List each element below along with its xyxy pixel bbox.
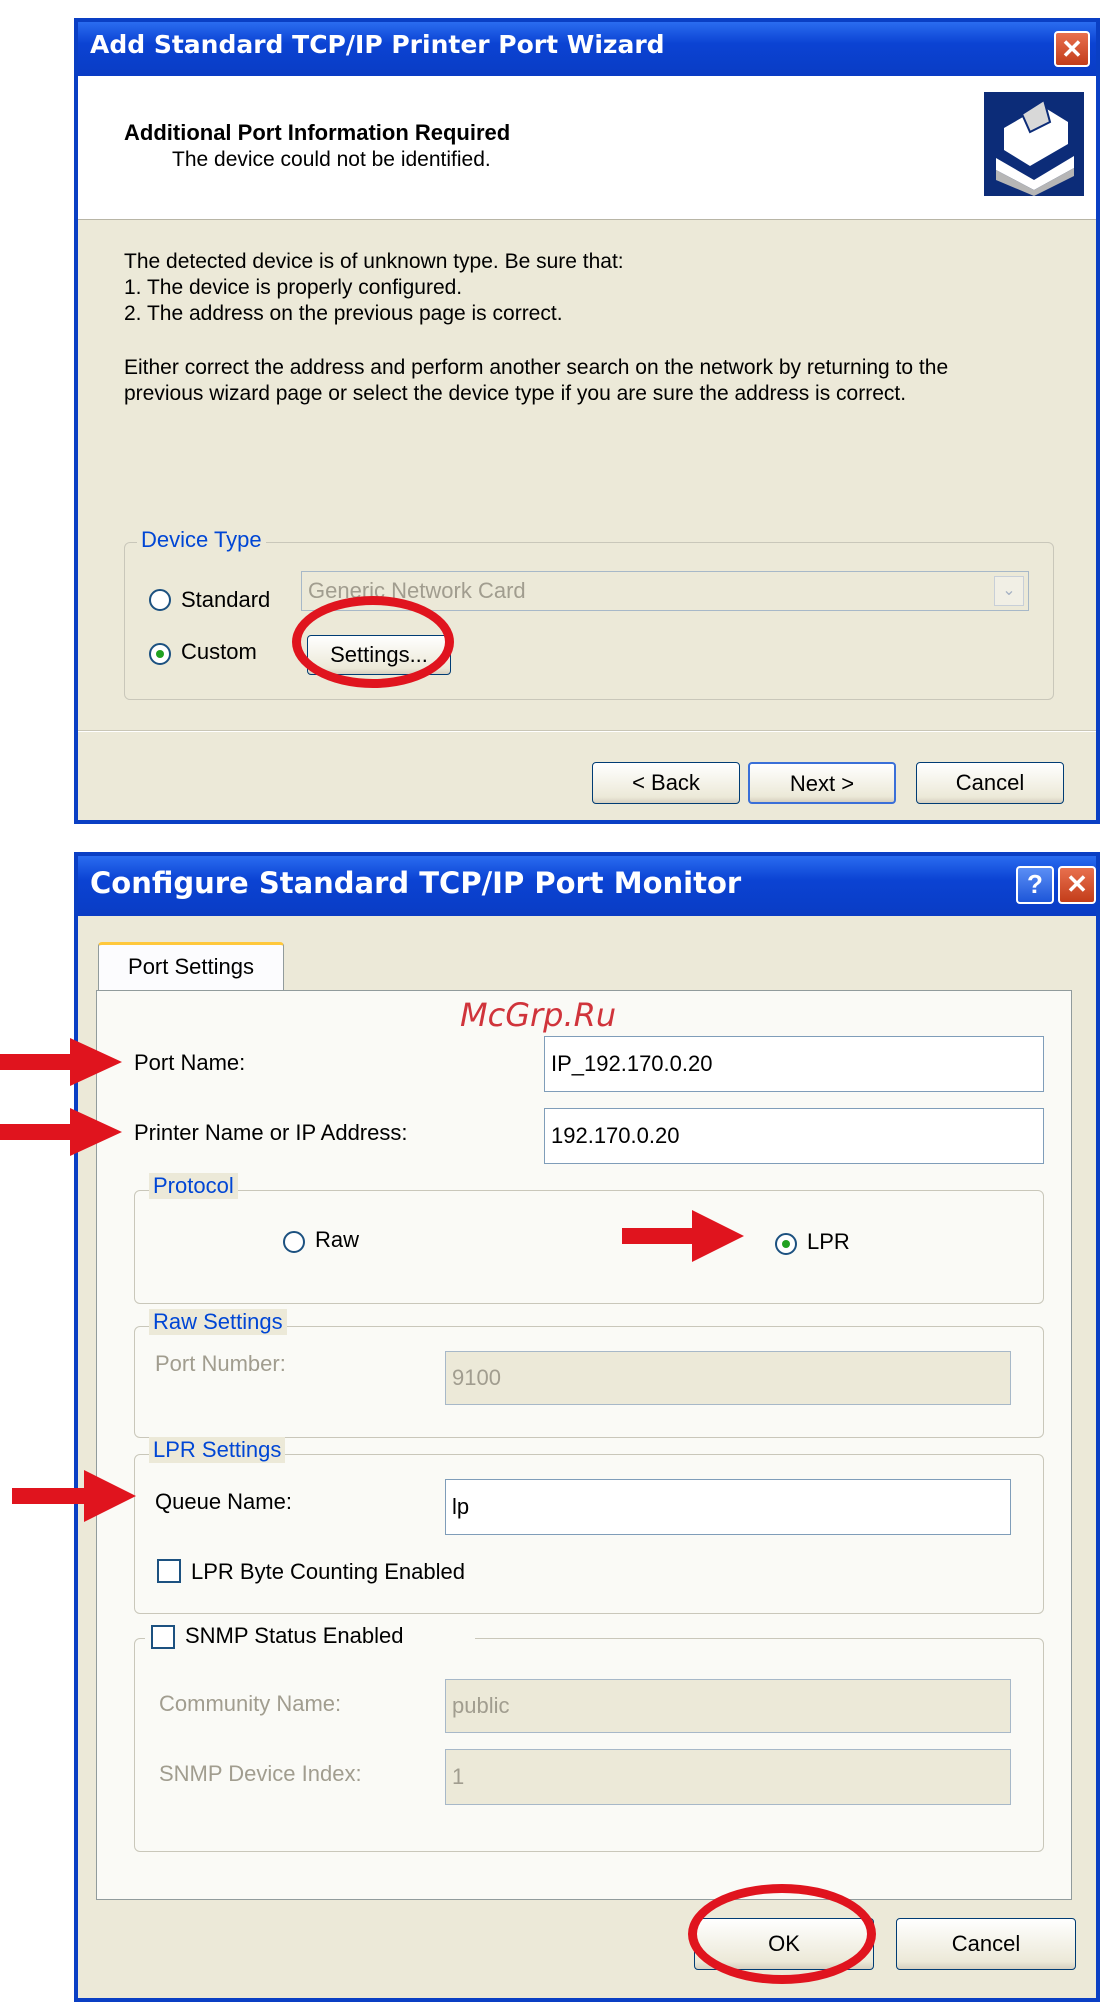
wizard-titlebar[interactable]: Add Standard TCP/IP Printer Port Wizard … [78, 22, 1096, 76]
protocol-legend: Protocol [149, 1173, 238, 1199]
lpr-radio-label[interactable]: LPR [807, 1229, 850, 1255]
snmp-label[interactable]: SNMP Status Enabled [185, 1623, 404, 1649]
queue-name-input[interactable]: lp [445, 1479, 1011, 1535]
custom-radio[interactable] [149, 643, 171, 665]
arrow-icon [12, 1470, 136, 1522]
printer-icon [984, 92, 1084, 196]
settings-highlight-ellipse [292, 596, 454, 688]
custom-radio-label[interactable]: Custom [181, 639, 257, 665]
port-number-input[interactable]: 9100 [445, 1351, 1011, 1405]
monitor-titlebar[interactable]: Configure Standard TCP/IP Port Monitor ?… [78, 856, 1096, 916]
device-type-legend: Device Type [137, 527, 266, 553]
raw-settings-group: Raw Settings Port Number: 9100 [134, 1309, 1044, 1438]
port-number-label: Port Number: [155, 1351, 286, 1376]
printer-name-label: Printer Name or IP Address: [134, 1120, 408, 1145]
cancel-button[interactable]: Cancel [916, 762, 1064, 804]
cancel-button[interactable]: Cancel [896, 1918, 1076, 1970]
device-type-group: Device Type Standard Generic Network Car… [124, 527, 1054, 700]
monitor-title: Configure Standard TCP/IP Port Monitor [90, 866, 742, 900]
wizard-header: Additional Port Information Required The… [78, 76, 1096, 220]
community-name-label: Community Name: [159, 1691, 342, 1716]
standard-label-text: Standard [181, 587, 271, 612]
wizard-body-line2: 1. The device is properly configured. [124, 276, 463, 299]
wizard-body-line1: The detected device is of unknown type. … [124, 250, 624, 273]
close-icon[interactable]: ✕ [1054, 31, 1090, 67]
arrow-icon [0, 1038, 122, 1086]
printer-name-input[interactable]: 192.170.0.20 [544, 1108, 1044, 1164]
queue-name-label: Queue Name: [155, 1489, 292, 1514]
raw-radio[interactable] [283, 1231, 305, 1253]
wizard-body-line3: 2. The address on the previous page is c… [124, 302, 563, 325]
next-button[interactable]: Next > [748, 762, 896, 804]
chevron-down-icon[interactable]: ⌄ [994, 576, 1024, 606]
standard-radio[interactable] [149, 589, 171, 611]
raw-settings-legend: Raw Settings [149, 1309, 287, 1335]
snmp-device-index-input[interactable]: 1 [445, 1749, 1011, 1805]
close-icon[interactable]: ✕ [1058, 866, 1096, 904]
raw-radio-label[interactable]: Raw [315, 1227, 359, 1253]
standard-radio-label[interactable]: Standard [181, 587, 270, 613]
protocol-group: Protocol Raw LPR [134, 1173, 1044, 1304]
wizard-body-para2-line2: previous wizard page or select the devic… [124, 382, 907, 405]
wizard-body-para2-line1: Either correct the address and perform a… [124, 356, 949, 379]
lpr-byte-counting-checkbox[interactable] [157, 1559, 181, 1583]
snmp-legend: SNMP Status Enabled [145, 1619, 475, 1655]
wizard-title: Add Standard TCP/IP Printer Port Wizard [90, 30, 665, 59]
wizard-window: Add Standard TCP/IP Printer Port Wizard … [74, 18, 1100, 824]
arrow-icon [622, 1210, 744, 1262]
watermark: McGrp.Ru [460, 996, 617, 1034]
community-name-input[interactable]: public [445, 1679, 1011, 1733]
tab-port-settings-label: Port Settings [128, 954, 254, 979]
help-icon[interactable]: ? [1016, 866, 1054, 904]
port-name-label: Port Name: [134, 1050, 246, 1075]
lpr-settings-legend: LPR Settings [149, 1437, 286, 1463]
wizard-header-subtitle: The device could not be identified. [172, 148, 491, 171]
lpr-radio[interactable] [775, 1233, 797, 1255]
wizard-divider [78, 730, 1096, 732]
snmp-checkbox[interactable] [151, 1625, 175, 1649]
monitor-window: Configure Standard TCP/IP Port Monitor ?… [74, 852, 1100, 2002]
lpr-settings-group: LPR Settings Queue Name: lp LPR Byte Cou… [134, 1437, 1044, 1614]
snmp-group: SNMP Status Enabled Community Name: publ… [134, 1619, 1044, 1852]
lpr-byte-counting-label[interactable]: LPR Byte Counting Enabled [191, 1559, 465, 1585]
port-name-input[interactable]: IP_192.170.0.20 [544, 1036, 1044, 1092]
back-button[interactable]: < Back [592, 762, 740, 804]
tab-port-settings[interactable]: Port Settings [98, 942, 284, 992]
arrow-icon [0, 1108, 122, 1156]
snmp-device-index-label: SNMP Device Index: [159, 1761, 362, 1786]
wizard-header-title: Additional Port Information Required [124, 120, 511, 145]
custom-label-text: Custom [181, 639, 257, 664]
ok-highlight-ellipse [688, 1884, 876, 1984]
